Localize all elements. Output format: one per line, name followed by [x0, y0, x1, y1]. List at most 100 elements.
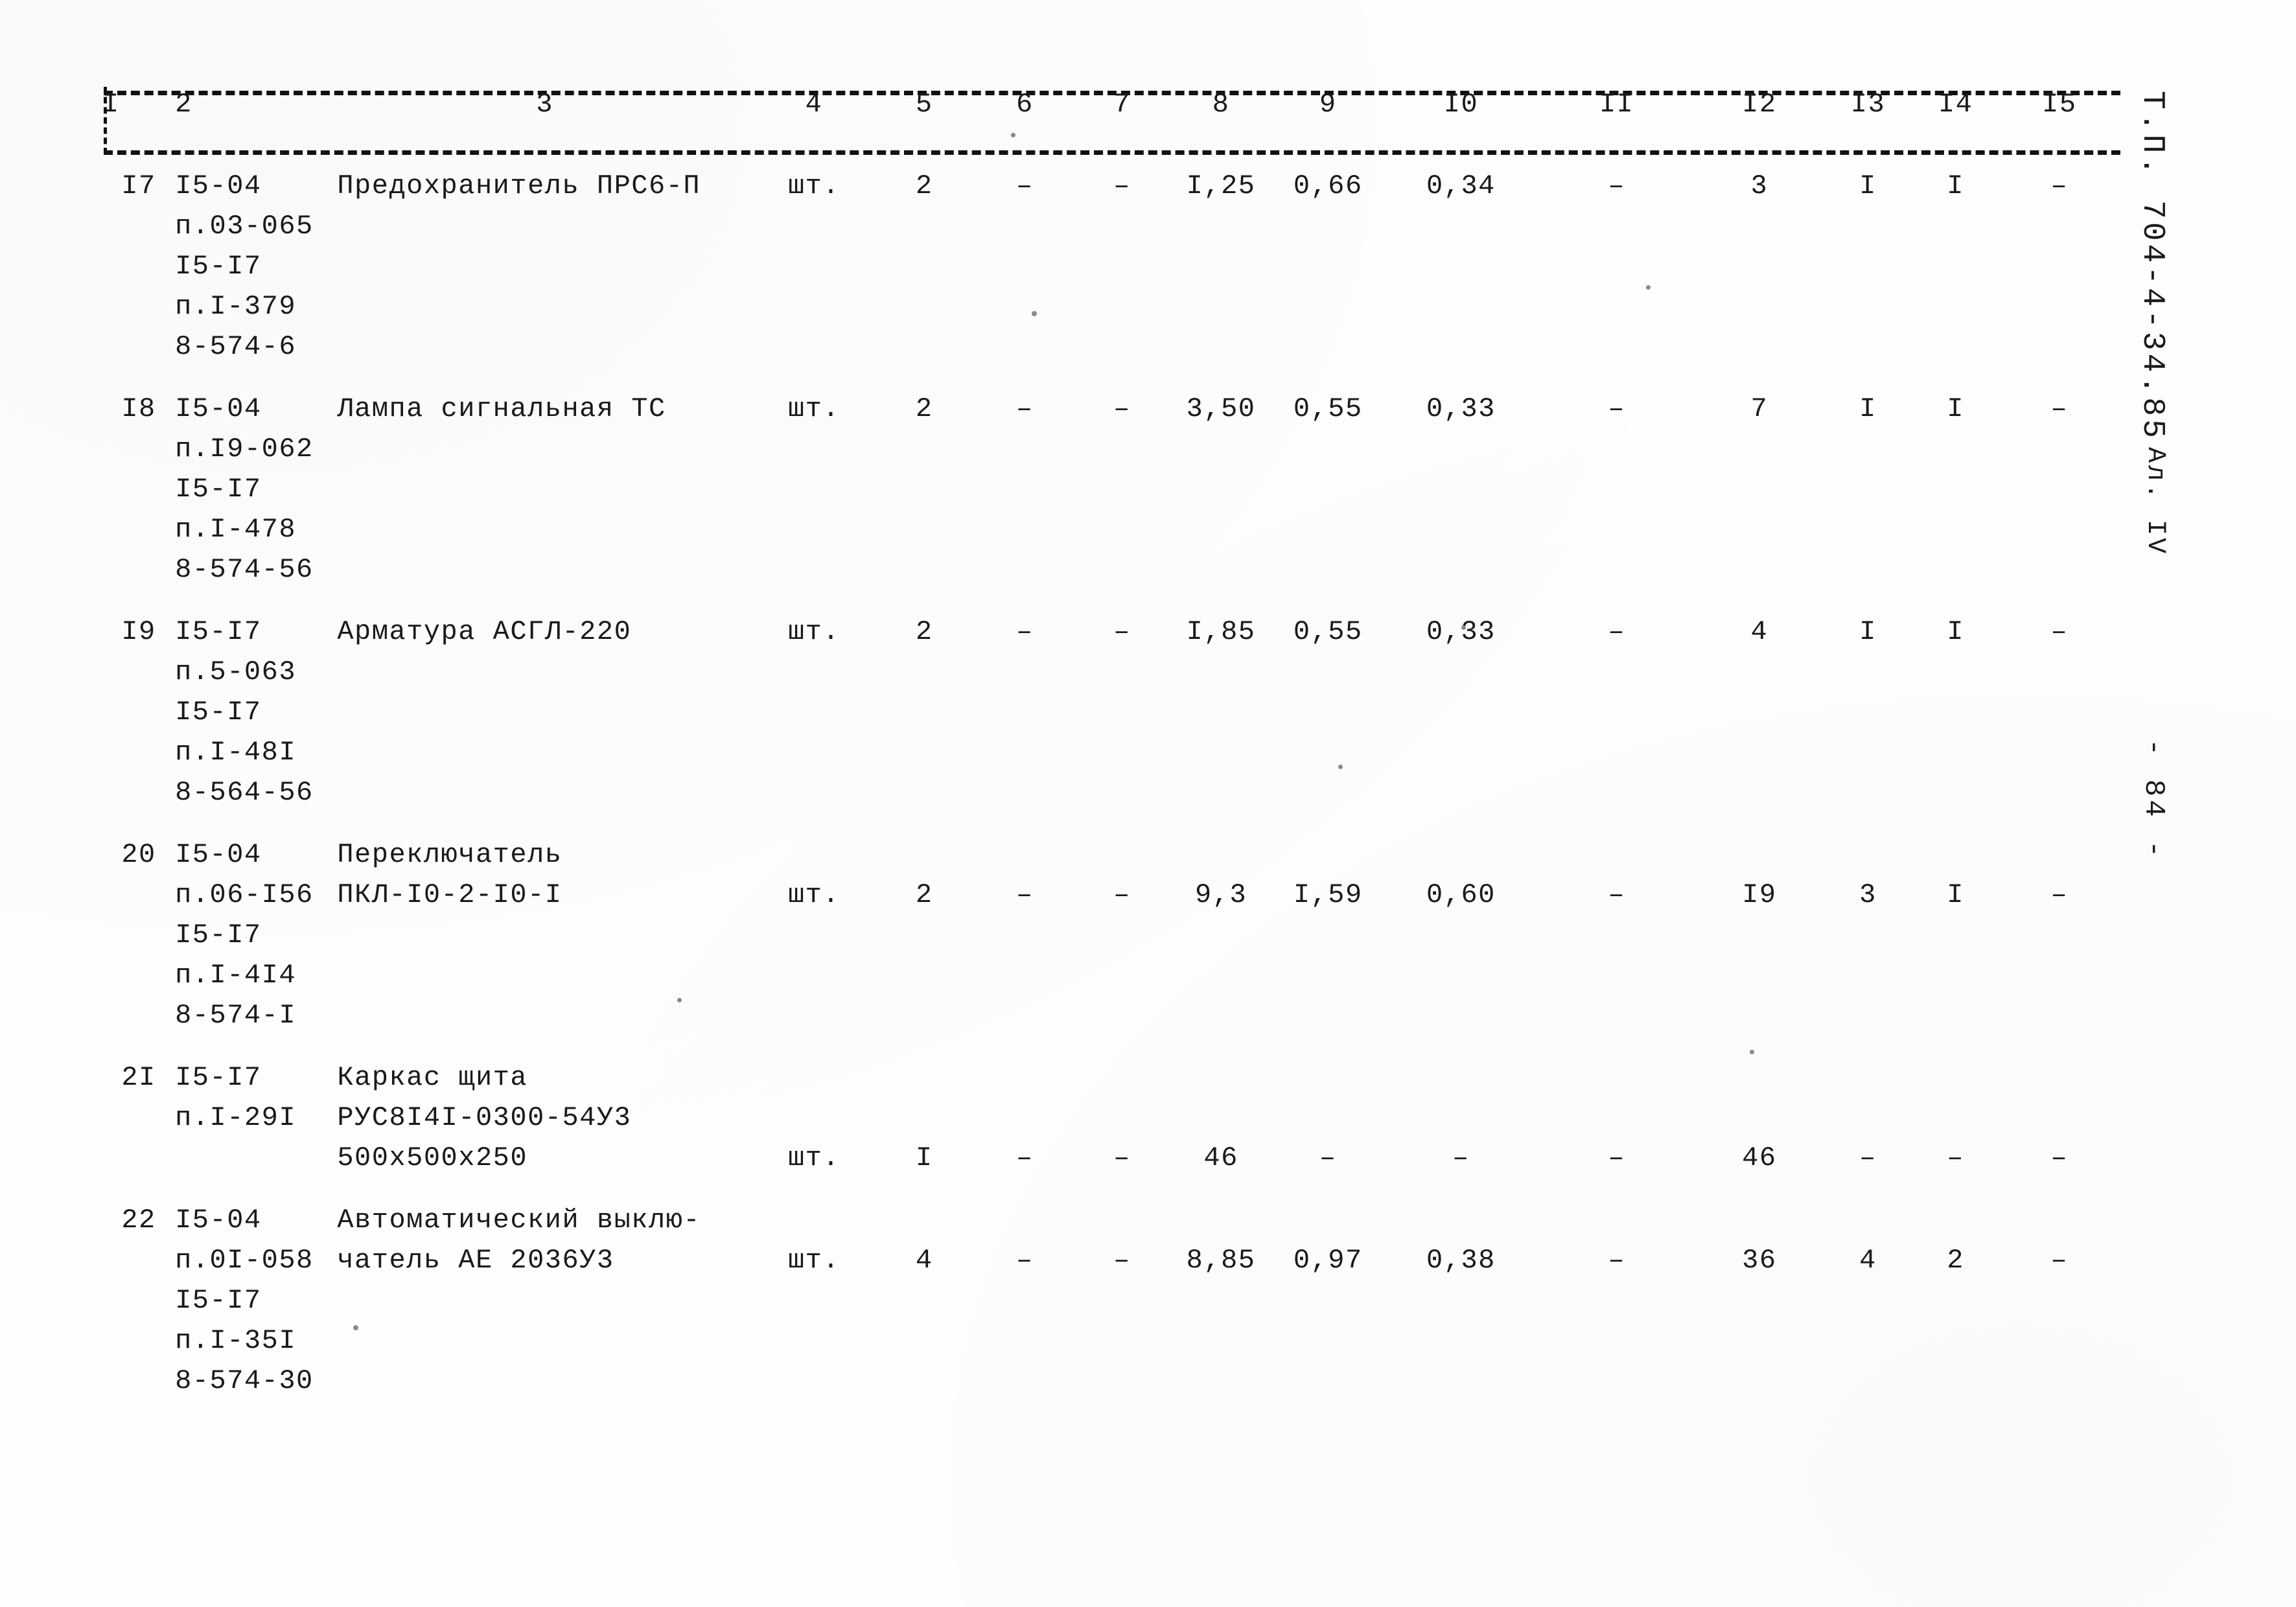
- row-col10: 0,33: [1426, 393, 1496, 424]
- row-col11: –: [1608, 1245, 1626, 1276]
- scanned-page: I 2 3 4 5 6 7 8 9 I0 II I2 I3 I4 I5 I7 I…: [0, 0, 2296, 1607]
- col-header-14: I4: [1938, 89, 1973, 120]
- scan-speck: [1032, 311, 1037, 316]
- col-header-7: 7: [1113, 89, 1131, 120]
- column-number-row: I 2 3 4 5 6 7 8 9 I0 II I2 I3 I4 I5: [102, 84, 2118, 144]
- row-mass-unit: I,25: [1186, 170, 1256, 202]
- item-name-line: Арматура АСГЛ-220: [337, 616, 632, 647]
- row-reference-codes: I5-I7 п.I-29I: [175, 1035, 337, 1178]
- row-col9: 0,97: [1293, 1245, 1363, 1276]
- row-qty-col7: –: [1113, 1142, 1131, 1173]
- reference-code-line: I5-I7: [175, 616, 262, 647]
- row-col12: 7: [1750, 393, 1768, 424]
- row-qty-total: 4: [915, 1245, 933, 1276]
- reference-code-line: I5-I7: [175, 251, 262, 282]
- reference-code-line: п.I-48I: [175, 737, 297, 768]
- table-row: I8 I5-04 п.I9-062 I5-I7 п.I-478 8-574-56 Лампа…: [102, 367, 2118, 590]
- row-qty-col6: –: [1015, 170, 1034, 202]
- reference-code-line: 8-574-56: [175, 554, 314, 585]
- row-qty-total: 2: [915, 393, 933, 424]
- item-name-line: ПКЛ-I0-2-I0-I: [337, 879, 562, 910]
- row-col12: 36: [1742, 1245, 1777, 1276]
- row-col14: –: [1947, 1142, 1965, 1173]
- row-col15: –: [2050, 393, 2069, 424]
- row-col13: 4: [1859, 1245, 1877, 1276]
- col-header-9: 9: [1319, 89, 1337, 120]
- row-col15: –: [2050, 1245, 2069, 1276]
- row-qty-total: I: [915, 1142, 933, 1173]
- row-col9: 0,55: [1293, 393, 1363, 424]
- row-reference-codes: I5-04 п.0I-058 I5-I7 п.I-35I 8-574-30: [175, 1178, 337, 1401]
- scan-speck: [1011, 133, 1015, 137]
- row-col12: I9: [1742, 879, 1777, 910]
- row-mass-unit: 8,85: [1186, 1245, 1256, 1276]
- row-number: I8: [121, 393, 156, 424]
- reference-code-line: 8-574-I: [175, 1000, 297, 1031]
- reference-code-line: п.I-35I: [175, 1325, 297, 1356]
- row-number: 2I: [121, 1062, 156, 1093]
- row-col11: –: [1608, 616, 1626, 647]
- row-unit: шт.: [787, 1245, 841, 1276]
- table-row: I9 I5-I7 п.5-063 I5-I7 п.I-48I 8-564-56 Армату…: [102, 590, 2118, 813]
- row-reference-codes: I5-04 п.06-I56 I5-I7 п.I-4I4 8-574-I: [175, 813, 337, 1035]
- col-header-3: 3: [536, 89, 553, 120]
- row-qty-total: 2: [915, 879, 933, 910]
- table-row: 20 I5-04 п.06-I56 I5-I7 п.I-4I4 8-574-I Перекл…: [102, 813, 2118, 1035]
- reference-code-line: п.I9-062: [175, 434, 314, 465]
- row-qty-col7: –: [1113, 1245, 1131, 1276]
- row-col10: 0,60: [1426, 879, 1496, 910]
- row-qty-col7: –: [1113, 170, 1131, 202]
- row-number: I7: [121, 170, 156, 202]
- reference-code-line: п.I-29I: [175, 1102, 297, 1133]
- row-item-name: Лампа сигнальная ТС: [337, 367, 752, 590]
- row-col13: I: [1859, 393, 1877, 424]
- album-stamp: Ал. IV: [2140, 447, 2170, 557]
- row-qty-col6: –: [1015, 616, 1034, 647]
- row-qty-col6: –: [1015, 1245, 1034, 1276]
- row-col11: –: [1608, 1142, 1626, 1173]
- reference-code-line: I5-I7: [175, 919, 262, 951]
- row-col13: 3: [1859, 879, 1877, 910]
- row-col11: –: [1608, 170, 1626, 202]
- row-col10: 0,38: [1426, 1245, 1496, 1276]
- row-qty-col6: –: [1015, 393, 1034, 424]
- item-name-line: Лампа сигнальная ТС: [337, 393, 666, 424]
- row-col10: 0,33: [1426, 616, 1496, 647]
- row-mass-unit: 9,3: [1195, 879, 1247, 910]
- row-mass-unit: I,85: [1186, 616, 1256, 647]
- row-col15: –: [2050, 170, 2069, 202]
- row-col12: 46: [1742, 1142, 1777, 1173]
- row-item-name: Арматура АСГЛ-220: [337, 590, 752, 813]
- row-qty-total: 2: [915, 616, 933, 647]
- reference-code-line: п.I-4I4: [175, 960, 297, 991]
- col-header-13: I3: [1850, 89, 1886, 120]
- row-qty-col7: –: [1113, 393, 1131, 424]
- table-row: 22 I5-04 п.0I-058 I5-I7 п.I-35I 8-574-30 Автом…: [102, 1178, 2118, 1401]
- item-name-line: Автоматический выклю-: [337, 1205, 701, 1236]
- row-col13: –: [1859, 1142, 1877, 1173]
- reference-code-line: п.5-063: [175, 656, 297, 688]
- reference-code-line: I5-I7: [175, 1062, 262, 1093]
- page-number-stamp: - 84 -: [2137, 739, 2170, 861]
- row-col15: –: [2050, 1142, 2069, 1173]
- row-number: 22: [121, 1205, 156, 1236]
- reference-code-line: I5-I7: [175, 474, 262, 505]
- row-unit: шт.: [787, 1142, 841, 1173]
- row-col12: 4: [1750, 616, 1768, 647]
- row-col13: I: [1859, 170, 1877, 202]
- scan-speck: [1750, 1050, 1754, 1054]
- reference-code-line: I5-04: [175, 839, 262, 870]
- row-number: I9: [121, 616, 156, 647]
- item-name-line: Каркас щита: [337, 1062, 528, 1093]
- reference-code-line: I5-I7: [175, 1285, 262, 1316]
- row-col14: I: [1947, 879, 1965, 910]
- col-header-15: I5: [2042, 89, 2077, 120]
- row-item-name: Предохранитель ПРС6-П: [337, 144, 752, 367]
- item-name-line: чатель АЕ 2036У3: [337, 1245, 614, 1276]
- reference-code-line: п.I-478: [175, 514, 297, 545]
- row-item-name: Переключатель ПКЛ-I0-2-I0-I: [337, 813, 752, 1035]
- table-body: I7 I5-04 п.03-065 I5-I7 п.I-379 8-574-6 Предох…: [102, 144, 2118, 1401]
- row-col9: 0,66: [1293, 170, 1363, 202]
- row-reference-codes: I5-04 п.03-065 I5-I7 п.I-379 8-574-6: [175, 144, 337, 367]
- reference-code-line: I5-04: [175, 170, 262, 202]
